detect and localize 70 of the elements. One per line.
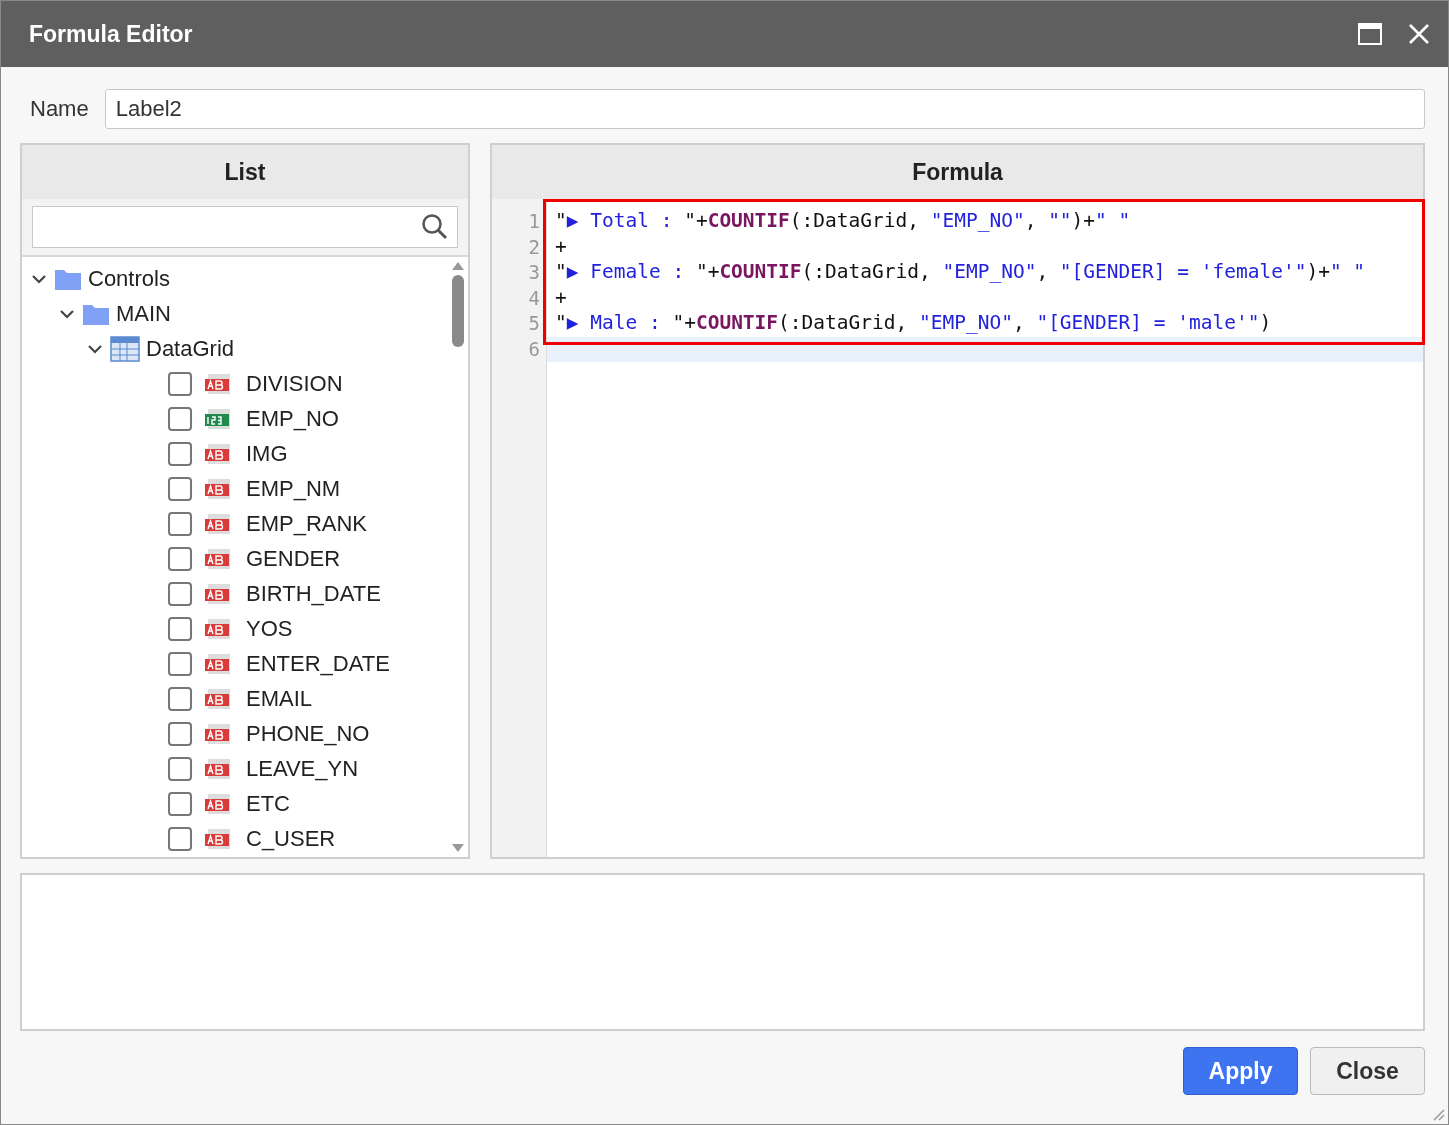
text-field-icon <box>204 686 232 711</box>
code-line: "▶ Female : "+COUNTIF(:DataGrid, "EMP_NO", "[GENDER] = 'female'")+" " <box>554 260 1367 285</box>
text-field-icon <box>204 721 232 746</box>
tree-item[interactable]: ENTER_DATE <box>246 650 390 677</box>
code-line: "▶ Male : "+COUNTIF(:DataGrid, "EMP_NO", "[GENDER] = 'male'") <box>554 311 1273 336</box>
line-number: 2 <box>527 234 541 260</box>
tree-item[interactable]: GENDER <box>246 545 341 572</box>
tree-item[interactable]: ETC <box>246 790 290 817</box>
search-field[interactable] <box>32 206 458 248</box>
tree-item[interactable]: DataGrid <box>146 335 235 362</box>
checkbox[interactable] <box>168 686 192 711</box>
checkbox[interactable] <box>168 756 192 781</box>
grid-icon <box>110 335 140 362</box>
apply-button[interactable]: Apply <box>1183 1047 1298 1095</box>
name-field[interactable]: Label2 <box>104 89 1425 129</box>
tree-item[interactable]: Controls <box>88 265 170 292</box>
checkbox[interactable] <box>168 371 192 396</box>
checkbox[interactable] <box>168 791 192 816</box>
tree-item[interactable]: EMP_NO <box>246 405 339 432</box>
tree-item[interactable]: BIRTH_DATE <box>246 580 381 607</box>
checkbox[interactable] <box>168 476 192 501</box>
line-number: 4 <box>527 285 541 311</box>
checkbox[interactable] <box>168 826 192 851</box>
text-field-icon <box>204 371 232 396</box>
tree-item[interactable]: MAIN <box>116 300 171 327</box>
scroll-down-icon[interactable] <box>451 843 465 853</box>
checkbox[interactable] <box>168 721 192 746</box>
code-line: + <box>554 285 568 311</box>
tree-item[interactable]: EMAIL <box>246 685 313 712</box>
resize-grip-icon[interactable] <box>1431 1107 1445 1121</box>
text-field-icon <box>204 441 232 466</box>
text-field-icon <box>204 651 232 676</box>
window-title: Formula Editor <box>29 20 194 48</box>
tree-item[interactable]: LEAVE_YN <box>246 755 359 782</box>
checkbox[interactable] <box>168 441 192 466</box>
checkbox[interactable] <box>168 651 192 676</box>
line-number: 1 <box>527 209 541 234</box>
checkbox[interactable] <box>168 581 192 606</box>
checkbox[interactable] <box>168 406 192 431</box>
line-number: 5 <box>527 311 541 336</box>
tree-item[interactable]: IMG <box>246 440 288 467</box>
text-field-icon <box>204 616 232 641</box>
scroll-up-icon[interactable] <box>451 261 465 271</box>
tree-item[interactable]: EMP_NM <box>246 475 341 502</box>
line-number: 6 <box>527 336 541 362</box>
code-line: "▶ Total : "+COUNTIF(:DataGrid, "EMP_NO", "")+" " <box>554 209 1132 234</box>
scroll-thumb[interactable] <box>452 275 464 347</box>
code-line: + <box>554 234 568 260</box>
text-field-icon <box>204 826 232 851</box>
text-field-icon <box>204 511 232 536</box>
list-header: List <box>22 145 468 199</box>
search-icon[interactable] <box>421 213 449 241</box>
close-dialog-button[interactable]: Close <box>1310 1047 1425 1095</box>
checkbox[interactable] <box>168 616 192 641</box>
tree-item[interactable]: YOS <box>246 615 293 642</box>
checkbox[interactable] <box>168 511 192 536</box>
tree-item[interactable]: C_USER <box>246 825 336 852</box>
line-number: 3 <box>527 260 541 285</box>
formula-header: Formula <box>492 145 1423 199</box>
text-field-icon <box>204 581 232 606</box>
text-field-icon <box>204 476 232 501</box>
text-field-icon <box>204 546 232 571</box>
tree-item[interactable]: EMP_RANK <box>246 510 368 537</box>
tree-item[interactable]: DIVISION <box>246 370 343 397</box>
checkbox[interactable] <box>168 546 192 571</box>
number-field-icon <box>204 406 232 431</box>
text-field-icon <box>204 791 232 816</box>
tree-item[interactable]: PHONE_NO <box>246 720 370 747</box>
text-field-icon <box>204 756 232 781</box>
name-label: Name <box>30 96 89 122</box>
